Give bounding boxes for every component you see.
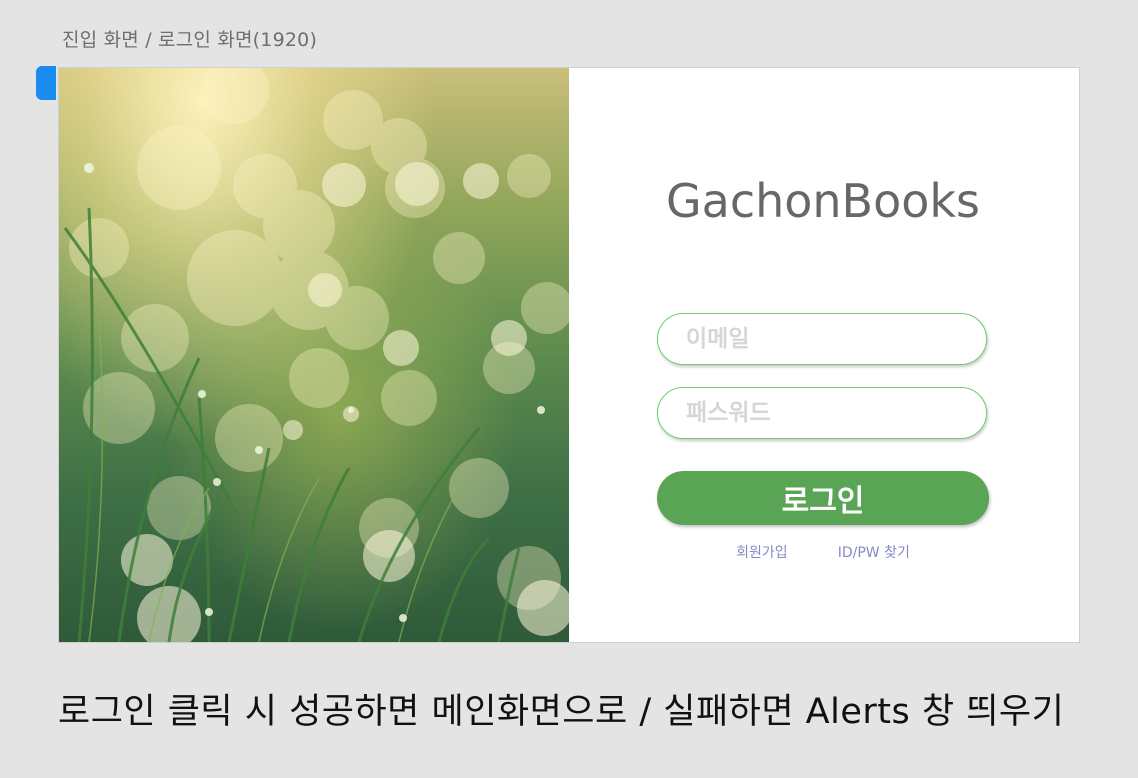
login-button[interactable]: 로그인 — [657, 471, 989, 525]
login-artboard: GachonBooks 로그인 회원가입 ID/PW 찾기 — [58, 67, 1080, 643]
signup-link[interactable]: 회원가입 — [736, 542, 788, 562]
frame-label: 진입 화면 / 로그인 화면(1920) — [62, 29, 318, 51]
password-field[interactable] — [657, 387, 987, 439]
email-field[interactable] — [657, 313, 987, 365]
selection-handle[interactable] — [36, 66, 56, 100]
email-input[interactable] — [658, 314, 986, 364]
behavior-annotation: 로그인 클릭 시 성공하면 메인화면으로 / 실패하면 Alerts 창 띄우기 — [58, 692, 1065, 732]
auxiliary-links: 회원가입 ID/PW 찾기 — [657, 542, 989, 562]
bokeh-grass-illustration — [63, 68, 569, 642]
find-account-link[interactable]: ID/PW 찾기 — [838, 542, 910, 562]
brand-title: GachonBooks — [665, 174, 981, 228]
password-input[interactable] — [658, 388, 986, 438]
hero-image — [59, 68, 569, 642]
